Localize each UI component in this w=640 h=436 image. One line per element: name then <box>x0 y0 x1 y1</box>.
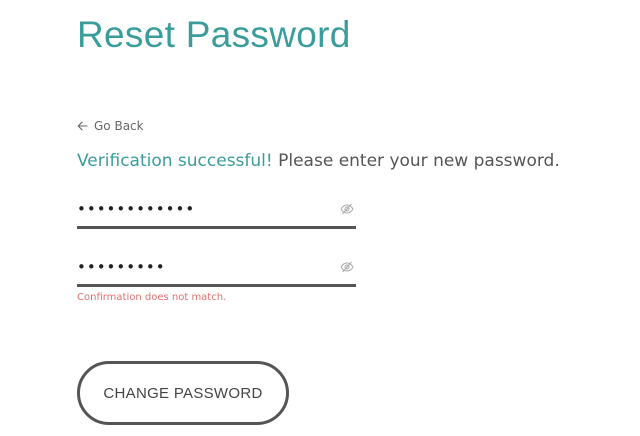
go-back-label: Go Back <box>94 119 144 133</box>
go-back-link[interactable]: Go Back <box>77 119 144 133</box>
confirm-password-field <box>77 250 356 287</box>
instruction-message: Verification successful! Please enter yo… <box>77 151 560 171</box>
new-password-field <box>77 192 356 229</box>
arrow-left-icon <box>77 121 88 131</box>
eye-slash-icon[interactable] <box>340 260 354 274</box>
page-title: Reset Password <box>77 14 351 55</box>
change-password-button[interactable]: CHANGE PASSWORD <box>77 361 289 425</box>
eye-slash-icon[interactable] <box>340 202 354 216</box>
reset-password-page: Reset Password Go Back Verification succ… <box>0 0 640 436</box>
confirmation-error: Confirmation does not match. <box>77 292 227 303</box>
new-password-input[interactable] <box>77 192 327 226</box>
success-text: Verification successful! <box>77 151 273 171</box>
confirm-password-input[interactable] <box>77 250 327 284</box>
instruction-text: Please enter your new password. <box>272 151 560 171</box>
